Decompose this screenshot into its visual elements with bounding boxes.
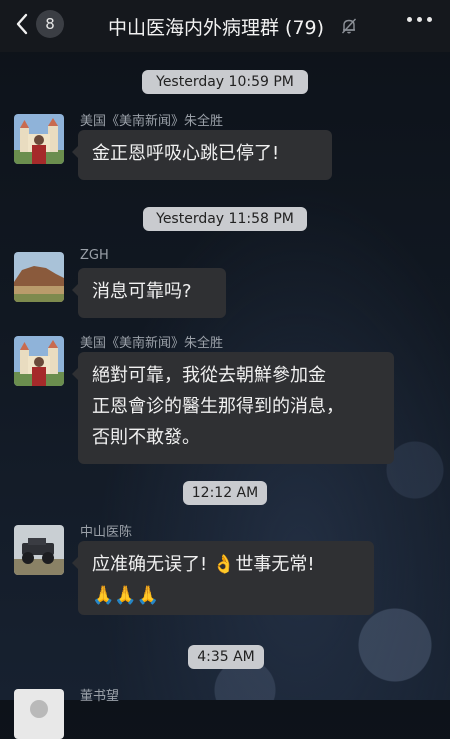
message-text-line: 正恩會诊的醫生那得到的消息， [92,396,344,417]
more-options-button[interactable] [407,17,432,22]
sender-name: 美国《美南新闻》朱全胜 [80,114,224,129]
message-text-line: 🙏🙏🙏 [92,585,160,606]
message-bubble[interactable]: 应准确无误了! 👌世事无常! 🙏🙏🙏 [72,541,374,615]
sender-name: ZGH [80,248,109,263]
message-text-line: 应准确无误了! 👌世事无常! [92,554,315,575]
back-button[interactable]: 8 [14,10,64,38]
message-text: 消息可靠吗? [92,281,192,302]
sender-name: 中山医陈 [80,525,133,540]
sender-avatar[interactable] [14,114,64,164]
sender-name: 美国《美南新闻》朱全胜 [80,336,224,351]
timestamp-divider: Yesterday 11:58 PM [143,207,307,231]
bell-muted-icon [341,18,357,34]
message-bubble[interactable]: 金正恩呼吸心跳已停了! [72,130,332,180]
message-bubble[interactable]: 消息可靠吗? [72,268,226,318]
sender-avatar[interactable] [14,689,64,739]
timestamp-divider: 4:35 AM [188,645,264,669]
profile-avatar [14,689,64,739]
sender-avatar[interactable] [14,252,64,302]
message-text-line: 絕對可靠，我從去朝鮮參加金 [92,365,326,386]
vehicle-photo-avatar [14,525,64,575]
chevron-left-icon [16,13,28,35]
castle-photo-avatar [14,114,64,164]
chat-header: 8 中山医海内外病理群 (79) [0,0,450,52]
unread-count-badge: 8 [36,10,64,38]
sender-avatar[interactable] [14,525,64,575]
landscape-photo-avatar [14,252,64,302]
chat-title: 中山医海内外病理群 (79) [108,17,325,39]
timestamp-divider: Yesterday 10:59 PM [142,70,308,94]
sender-name: 董书望 [80,689,120,704]
message-text: 金正恩呼吸心跳已停了! [92,143,280,164]
message-text-line: 否則不敢發。 [92,427,200,448]
timestamp-divider: 12:12 AM [183,481,267,505]
message-bubble[interactable]: 絕對可靠，我從去朝鮮參加金 正恩會诊的醫生那得到的消息， 否則不敢發。 [72,352,394,464]
castle-photo-avatar [14,336,64,386]
sender-avatar[interactable] [14,336,64,386]
more-dots-icon [407,17,412,22]
